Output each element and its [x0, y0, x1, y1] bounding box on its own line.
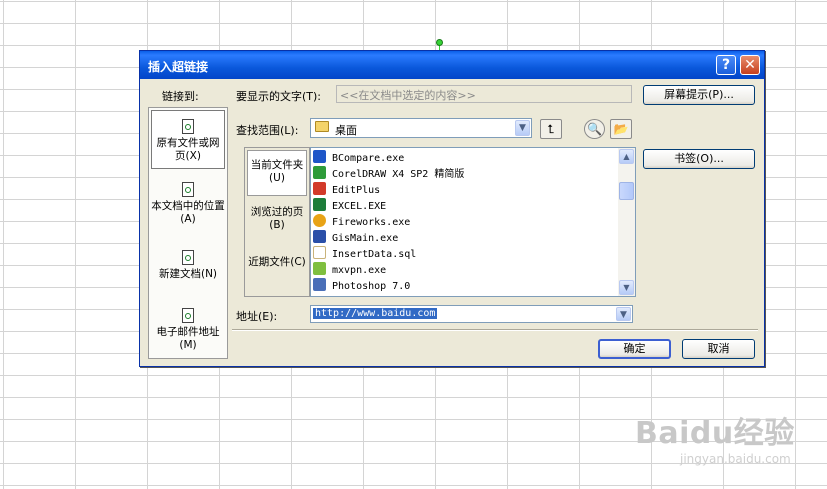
file-list-scrollbar[interactable]: ▲ ▼	[618, 148, 635, 296]
scroll-down-icon[interactable]: ▼	[619, 280, 634, 295]
link-place-in-document[interactable]: 本文档中的位置(A)	[151, 182, 225, 228]
email-address-icon	[181, 308, 195, 324]
excel-icon	[313, 198, 326, 211]
folder-icon	[315, 121, 329, 132]
nav-browsed-pages[interactable]: 浏览过的页(B)	[247, 206, 307, 236]
bcompare-icon	[313, 150, 326, 163]
list-item[interactable]: Photoshop 7.0	[313, 278, 613, 294]
list-item[interactable]: Fireworks.exe	[313, 214, 613, 230]
insert-hyperlink-dialog: 插入超链接 ? ✕ 链接到: 原有文件或网页(X) 本文档中的位置(A) 新建文…	[139, 50, 765, 367]
photoshop-icon	[313, 278, 326, 291]
look-in-value: 桌面	[335, 124, 357, 137]
nav-current-folder[interactable]: 当前文件夹(U)	[247, 150, 307, 196]
open-folder-icon: 📂	[613, 122, 629, 136]
address-combo[interactable]: http://www.baidu.com ▼	[310, 305, 633, 323]
look-in-combo[interactable]: 桌面 ▼	[310, 118, 532, 138]
separator	[232, 329, 758, 331]
list-item[interactable]: mxvpn.exe	[313, 262, 613, 278]
title-bar[interactable]: 插入超链接 ? ✕	[140, 51, 764, 79]
fireworks-icon	[313, 214, 326, 227]
baidu-watermark-url: jingyan.baidu.com	[680, 452, 791, 466]
screentip-button[interactable]: 屏幕提示(P)...	[643, 85, 755, 105]
close-icon: ✕	[744, 57, 756, 73]
dialog-title: 插入超链接	[148, 60, 209, 74]
coreldraw-icon	[313, 166, 326, 179]
nav-recent-files[interactable]: 近期文件(C)	[247, 256, 307, 286]
link-new-document-label: 新建文档(N)	[158, 268, 218, 280]
list-item[interactable]: EXCEL.EXE	[313, 198, 613, 214]
baidu-watermark: Baidu经验	[635, 416, 795, 451]
up-one-folder-button[interactable]: ⮤	[540, 119, 562, 139]
address-label: 地址(E):	[236, 310, 278, 323]
chevron-down-icon[interactable]: ▼	[616, 307, 631, 321]
list-item[interactable]: InsertData.sql	[313, 246, 613, 262]
list-item[interactable]: BCompare.exe	[313, 150, 613, 166]
look-in-label: 查找范围(L):	[236, 124, 299, 137]
link-existing-file-label: 原有文件或网页(X)	[156, 137, 220, 162]
list-item[interactable]: CorelDRAW X4 SP2 精简版	[313, 166, 613, 182]
gismain-icon	[313, 230, 326, 243]
link-existing-file[interactable]: 原有文件或网页(X)	[151, 110, 225, 169]
link-to-label: 链接到:	[162, 90, 199, 103]
browse-nav-panel: 当前文件夹(U) 浏览过的页(B) 近期文件(C)	[244, 147, 310, 297]
editplus-icon	[313, 182, 326, 195]
list-item[interactable]: EditPlus	[313, 182, 613, 198]
browse-file-button[interactable]: 📂	[610, 119, 632, 139]
up-folder-icon: ⮤	[547, 122, 555, 136]
existing-file-icon	[181, 119, 195, 135]
link-place-in-document-label: 本文档中的位置(A)	[151, 200, 225, 225]
place-in-document-icon	[181, 182, 195, 198]
display-text-field[interactable]: <<在文档中选定的内容>>	[336, 85, 632, 103]
help-button[interactable]: ?	[716, 55, 736, 75]
new-document-icon	[181, 250, 195, 266]
link-new-document[interactable]: 新建文档(N)	[151, 250, 225, 286]
ok-button[interactable]: 确定	[598, 339, 671, 359]
link-email-address[interactable]: 电子邮件地址(M)	[151, 308, 225, 354]
sql-file-icon	[313, 246, 326, 259]
mxvpn-icon	[313, 262, 326, 275]
link-email-address-label: 电子邮件地址(M)	[156, 326, 220, 351]
cancel-button[interactable]: 取消	[682, 339, 755, 359]
file-list[interactable]: BCompare.exe CorelDRAW X4 SP2 精简版 EditPl…	[310, 147, 636, 297]
scroll-up-icon[interactable]: ▲	[619, 149, 634, 164]
link-to-panel: 原有文件或网页(X) 本文档中的位置(A) 新建文档(N) 电子邮件地址(M)	[148, 107, 228, 359]
browse-web-button[interactable]: 🔍	[584, 119, 605, 139]
address-value: http://www.baidu.com	[313, 308, 438, 319]
display-text-label: 要显示的文字(T):	[236, 90, 322, 103]
rotation-handle[interactable]	[436, 39, 443, 46]
scroll-thumb[interactable]	[619, 182, 634, 200]
help-icon: ?	[721, 57, 731, 73]
browse-web-icon: 🔍	[587, 122, 602, 136]
chevron-down-icon[interactable]: ▼	[515, 120, 530, 136]
close-button[interactable]: ✕	[740, 55, 760, 75]
bookmark-button[interactable]: 书签(O)...	[643, 149, 755, 169]
list-item[interactable]: GisMain.exe	[313, 230, 613, 246]
